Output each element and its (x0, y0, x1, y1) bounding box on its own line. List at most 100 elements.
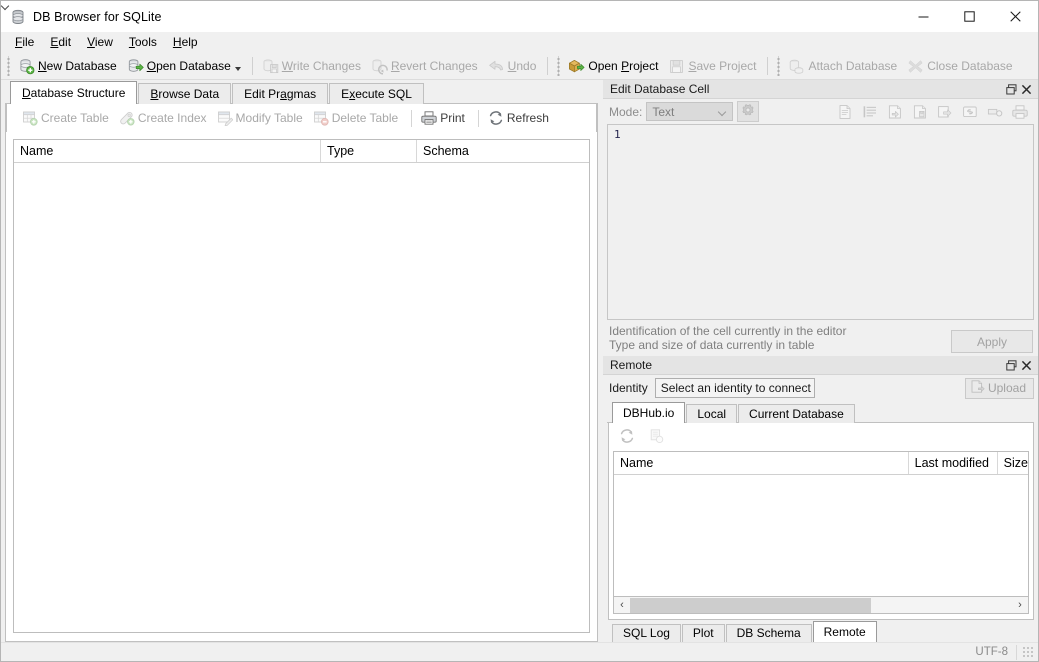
edit-cell-close-button[interactable] (1019, 82, 1034, 97)
edit-cell-header[interactable]: Edit Database Cell (603, 80, 1038, 99)
menu-view[interactable]: View (79, 33, 121, 51)
open-in-external-app-icon[interactable] (934, 102, 955, 122)
cell-settings-button[interactable] (737, 101, 759, 122)
main-body: Database Structure Browse Data Edit Prag… (1, 80, 1038, 642)
set-as-text-icon[interactable] (834, 102, 855, 122)
print-cell-icon[interactable] (1009, 102, 1030, 122)
remote-column-name[interactable]: Name (614, 452, 909, 474)
menu-file[interactable]: File (7, 33, 42, 51)
print-button[interactable]: Print (418, 107, 472, 129)
remote-float-button[interactable] (1004, 358, 1019, 373)
remote-horizontal-scrollbar[interactable]: ‹ › (613, 597, 1029, 614)
bottom-tab-remote[interactable]: Remote (813, 621, 877, 642)
remote-tab-current-database[interactable]: Current Database (738, 404, 855, 423)
app-window: DB Browser for SQLite File Edit View Too… (0, 0, 1039, 662)
revert-changes-button[interactable]: Revert Changes (367, 55, 484, 77)
remote-close-button[interactable] (1019, 358, 1034, 373)
database-structure-panel: Create Table Create Inde (5, 104, 598, 642)
create-index-icon (119, 110, 135, 126)
menu-help[interactable]: Help (165, 33, 206, 51)
column-header-type[interactable]: Type (321, 140, 417, 162)
set-as-link-icon[interactable] (959, 102, 980, 122)
remote-column-last-modified[interactable]: Last modified (909, 452, 998, 474)
open-project-label: Open Project (588, 59, 658, 73)
save-project-button[interactable]: Save Project (664, 55, 762, 77)
import-data-icon[interactable] (884, 102, 905, 122)
remote-file-list[interactable]: Name Last modified Size (613, 451, 1029, 597)
identity-value: Select an identity to connect (661, 381, 811, 395)
remote-refresh-button[interactable] (617, 427, 637, 447)
structure-tree-body[interactable] (14, 163, 589, 632)
close-database-label: Close Database (927, 59, 1012, 73)
column-header-name[interactable]: Name (14, 140, 321, 162)
tab-edit-pragmas[interactable]: Edit Pragmas (232, 83, 328, 104)
identity-select[interactable]: Select an identity to connect (655, 378, 815, 398)
toolbar-grip-2[interactable] (555, 56, 562, 76)
toolbar-grip-3[interactable] (775, 56, 782, 76)
open-database-button[interactable]: Open Database (123, 55, 247, 77)
undo-icon (488, 58, 505, 75)
create-index-label: Create Index (138, 111, 207, 125)
menu-edit[interactable]: Edit (42, 33, 79, 51)
edit-cell-float-button[interactable] (1004, 82, 1019, 97)
scroll-left-arrow-icon[interactable]: ‹ (614, 598, 630, 613)
create-index-button[interactable]: Create Index (116, 107, 214, 129)
main-tab-strip: Database Structure Browse Data Edit Prag… (5, 80, 598, 104)
scrollbar-track[interactable] (630, 598, 1012, 613)
print-label: Print (440, 111, 465, 125)
resize-grip[interactable] (1022, 646, 1034, 658)
new-database-button[interactable]: New Database (14, 55, 123, 77)
attach-database-button[interactable]: Attach Database (784, 55, 903, 77)
scrollbar-thumb[interactable] (630, 598, 871, 613)
remote-header[interactable]: Remote (603, 356, 1038, 375)
remote-column-size[interactable]: Size (998, 452, 1028, 474)
status-bar: UTF-8 (1, 642, 1038, 661)
mode-select[interactable]: Text (646, 102, 733, 121)
undo-label: Undo (508, 59, 537, 73)
bottom-tab-plot[interactable]: Plot (682, 624, 725, 642)
create-table-label: Create Table (41, 111, 109, 125)
cell-editor[interactable]: 1 (607, 124, 1034, 320)
minimize-button[interactable] (900, 1, 946, 32)
structure-separator-2 (478, 110, 479, 127)
left-pane: Database Structure Browse Data Edit Prag… (1, 80, 598, 642)
menu-tools[interactable]: Tools (121, 33, 165, 51)
tab-execute-sql[interactable]: Execute SQL (329, 83, 424, 104)
word-wrap-icon[interactable] (859, 102, 880, 122)
create-table-button[interactable]: Create Table (19, 107, 116, 129)
close-database-button[interactable]: Close Database (903, 55, 1018, 77)
bottom-tab-sql-log[interactable]: SQL Log (612, 624, 681, 642)
write-changes-button[interactable]: Write Changes (258, 55, 367, 77)
cell-status-text: Identification of the cell currently in … (609, 322, 951, 352)
new-database-icon (18, 58, 35, 75)
chevron-down-icon[interactable] (235, 67, 241, 71)
refresh-button[interactable]: Refresh (485, 107, 556, 129)
edit-cell-action-icons (834, 102, 1033, 122)
maximize-button[interactable] (946, 1, 992, 32)
export-data-icon[interactable] (909, 102, 930, 122)
open-project-button[interactable]: Open Project (564, 55, 664, 77)
remote-tab-local[interactable]: Local (686, 404, 737, 423)
scroll-right-arrow-icon[interactable]: › (1012, 598, 1028, 613)
undo-button[interactable]: Undo (484, 55, 543, 77)
column-header-schema[interactable]: Schema (417, 140, 589, 162)
delete-table-button[interactable]: Delete Table (310, 107, 406, 129)
toolbar-grip[interactable] (5, 56, 12, 76)
structure-tree-view[interactable]: Name Type Schema (13, 139, 590, 633)
bottom-tab-db-schema[interactable]: DB Schema (726, 624, 812, 642)
tab-database-structure[interactable]: Database Structure (10, 81, 137, 104)
remote-list-body[interactable] (614, 475, 1028, 596)
close-button[interactable] (992, 1, 1038, 32)
apply-button[interactable]: Apply (951, 330, 1033, 353)
tab-browse-data[interactable]: Browse Data (138, 83, 231, 104)
upload-button[interactable]: Upload (965, 378, 1034, 399)
remote-identity-row: Identity Select an identity to connect (603, 375, 1038, 401)
menu-view-label: iew (95, 35, 113, 49)
clone-database-button[interactable] (647, 427, 667, 447)
remote-tab-dbhub[interactable]: DBHub.io (612, 402, 685, 423)
modify-table-icon (217, 110, 233, 126)
set-as-null-icon[interactable] (984, 102, 1005, 122)
remote-dock: Remote Identity (603, 356, 1038, 642)
modify-table-button[interactable]: Modify Table (214, 107, 310, 129)
modify-table-label: Modify Table (236, 111, 303, 125)
